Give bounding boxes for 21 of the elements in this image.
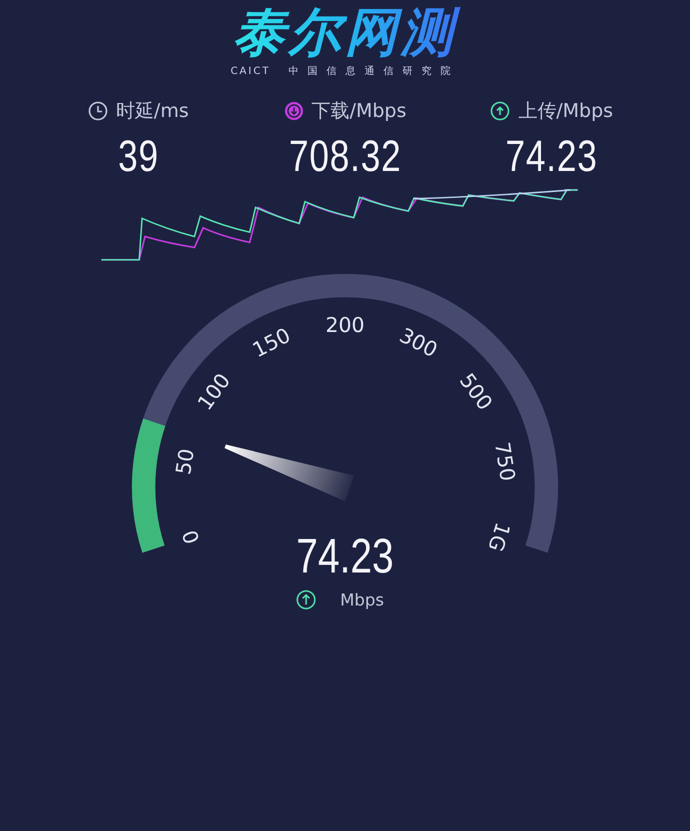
metric-label: 上传/Mbps [518,99,614,124]
gauge-tick-label: 1G [483,520,515,554]
gauge-tick-label: 50 [171,446,199,476]
metric-label: 时延/ms [116,99,189,124]
metric-value: 39 [118,132,159,182]
org-name: 中国信息通信研究院 [288,64,460,78]
gauge-tick-label: 0 [178,527,204,547]
metric-value: 74.23 [506,132,598,182]
clock-icon [88,101,108,121]
gauge-tick-label: 200 [326,312,364,337]
download-icon [284,101,304,121]
gauge-tick-label: 300 [396,323,442,362]
metric-label: 下载/Mbps [312,99,406,124]
metric-value: 708.32 [288,132,402,182]
upload-icon [490,101,510,121]
gauge-value: 74.23 [296,529,394,584]
gauge-tick-label: 750 [490,440,520,483]
upload-icon [296,590,316,610]
gauge-tick-label: 150 [248,323,294,362]
org-code: CAICT [230,66,270,76]
gauge-unit: Mbps [340,590,384,610]
